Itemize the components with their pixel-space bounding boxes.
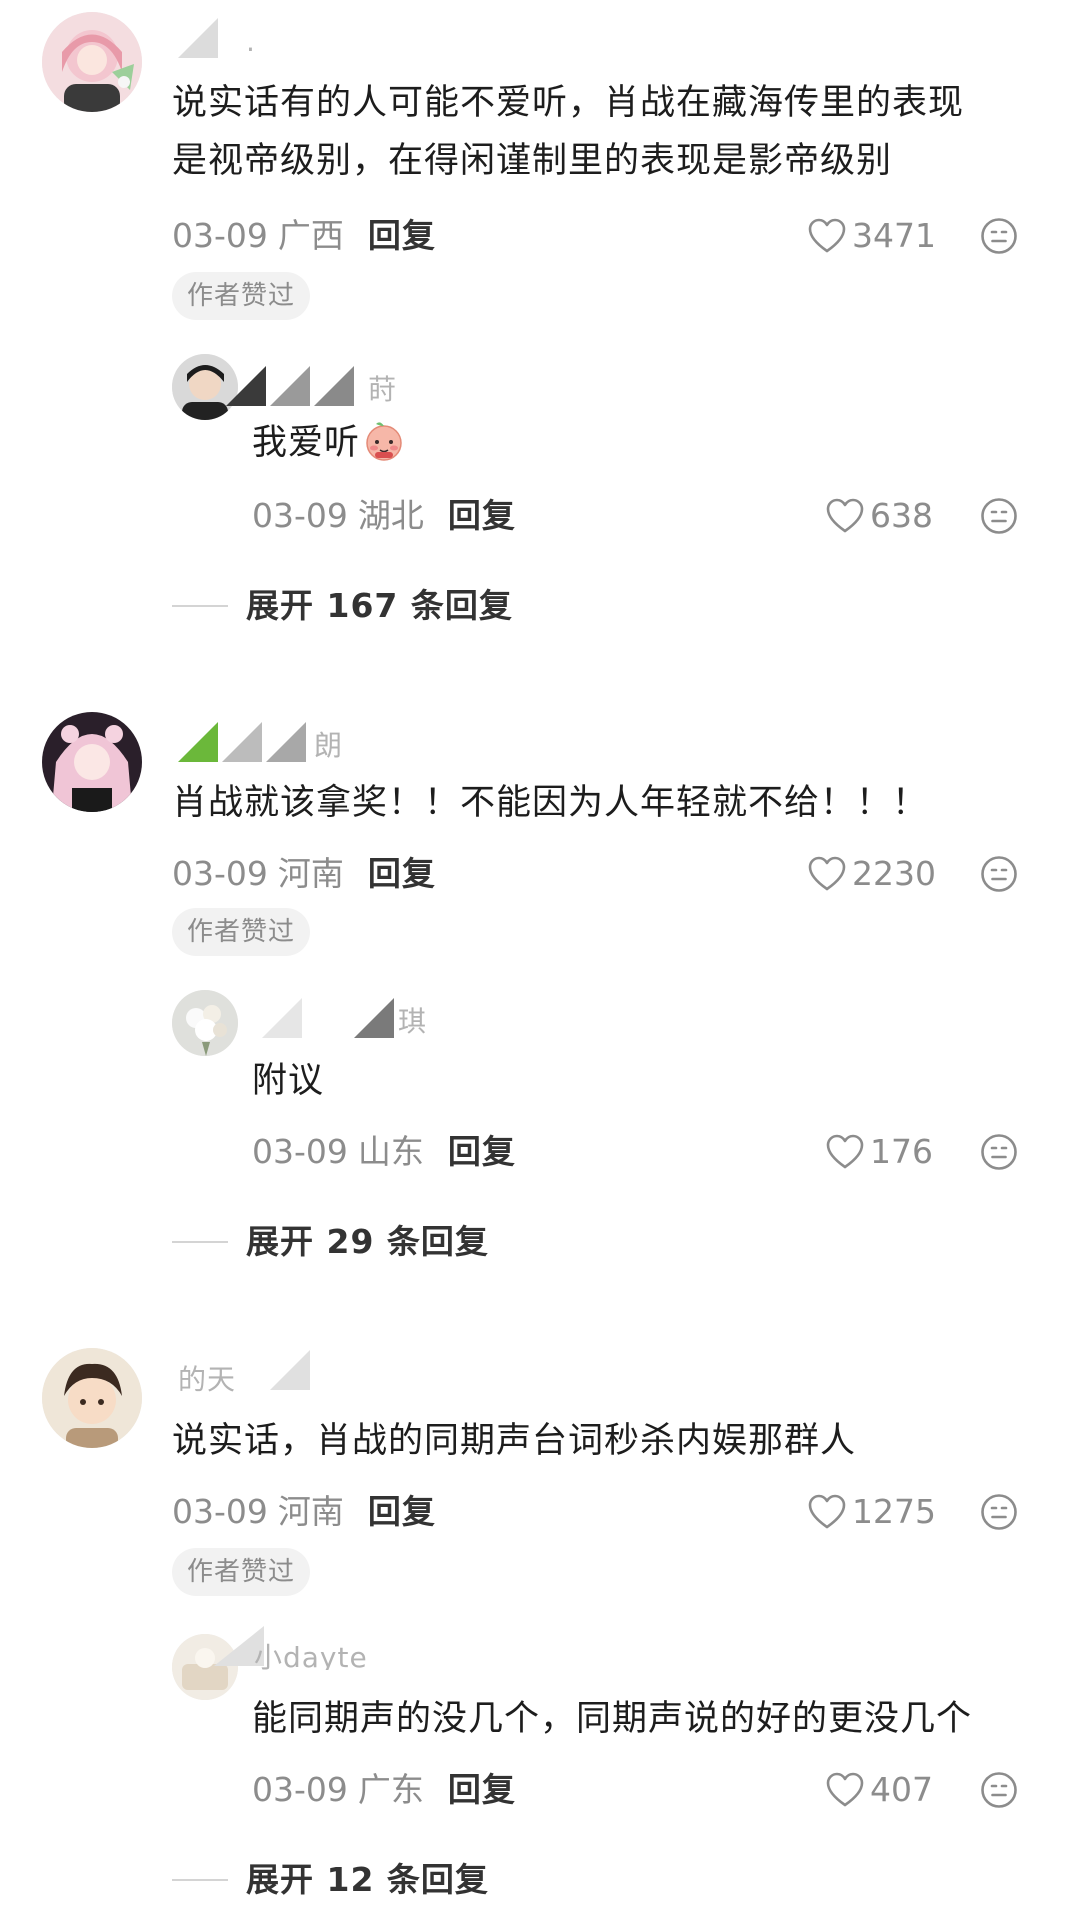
author-liked-badge: 作者赞过 bbox=[172, 272, 311, 320]
reply-text: 我爱听 bbox=[252, 414, 406, 472]
emoji-react-button[interactable] bbox=[980, 217, 1018, 255]
comment-region: 广西 bbox=[277, 216, 344, 255]
emoji-react-button[interactable] bbox=[980, 855, 1018, 893]
heart-icon bbox=[826, 498, 864, 533]
reply-button[interactable]: 回复 bbox=[368, 1492, 436, 1531]
comment-meta: 03-09 广西 回复 bbox=[172, 214, 436, 258]
comment-date: 03-09 bbox=[172, 216, 268, 255]
like-count: 3471 bbox=[852, 216, 936, 255]
neutral-face-icon bbox=[981, 498, 1017, 534]
reply-text: 能同期声的没几个，同期声说的好的更没几个 bbox=[252, 1699, 973, 1739]
username[interactable]: 的天 bbox=[174, 1346, 364, 1394]
comment-meta: 03-09 河南 回复 bbox=[172, 854, 436, 893]
reply-text: 附议 bbox=[252, 1061, 325, 1101]
divider-line bbox=[172, 1241, 228, 1243]
masked-name-icon bbox=[262, 998, 394, 1038]
like-count: 407 bbox=[870, 1770, 933, 1809]
heart-icon bbox=[826, 1772, 864, 1807]
like-button[interactable]: 638 bbox=[826, 494, 933, 538]
avatar[interactable] bbox=[42, 1348, 142, 1448]
reply-button[interactable]: 回复 bbox=[448, 1770, 516, 1809]
divider-line bbox=[172, 1879, 228, 1881]
comment-meta: 03-09 河南 回复 bbox=[172, 1492, 436, 1531]
reply-username[interactable]: 小dayte bbox=[210, 1622, 400, 1670]
neutral-face-icon bbox=[981, 1494, 1017, 1530]
avatar-anime-boy-icon bbox=[42, 1348, 142, 1448]
comment-text: 说实话，肖战的同期声台词秒杀内娱那群人 bbox=[172, 1421, 857, 1461]
emoji-react-button[interactable] bbox=[980, 497, 1018, 535]
neutral-face-icon bbox=[981, 1134, 1017, 1170]
neutral-face-icon bbox=[981, 218, 1017, 254]
heart-icon bbox=[808, 856, 846, 891]
avatar-anime-girl-pink-icon bbox=[42, 712, 142, 812]
reply-meta: 03-09 山东 回复 bbox=[252, 1132, 516, 1171]
username[interactable]: . bbox=[174, 14, 364, 62]
reply-button[interactable]: 回复 bbox=[368, 216, 436, 255]
author-liked-badge: 作者赞过 bbox=[172, 1548, 311, 1596]
reply-meta: 03-09 广东 回复 bbox=[252, 1770, 516, 1809]
avatar-pink-hair-girl-icon bbox=[42, 12, 142, 112]
reply-username[interactable]: 琪 bbox=[258, 994, 448, 1042]
comment-text: 说实话有的人可能不爱听，肖战在藏海传里的表现 是视帝级别，在得闲谨制里的表现是影… bbox=[172, 83, 965, 181]
comment-text: 肖战就该拿奖！！不能因为人年轻就不给！！！ bbox=[172, 783, 929, 823]
like-button[interactable]: 3471 bbox=[808, 214, 936, 258]
heart-icon bbox=[808, 218, 846, 253]
author-liked-badge: 作者赞过 bbox=[172, 908, 311, 956]
expand-replies-button[interactable]: 展开 167 条回复 bbox=[172, 584, 513, 628]
divider-line bbox=[172, 605, 228, 607]
like-button[interactable]: 1275 bbox=[808, 1490, 936, 1534]
like-count: 638 bbox=[870, 496, 933, 535]
reply-button[interactable]: 回复 bbox=[448, 496, 516, 535]
masked-name-icon bbox=[178, 18, 218, 58]
heart-icon bbox=[826, 1134, 864, 1169]
expand-replies-button[interactable]: 展开 29 条回复 bbox=[172, 1220, 489, 1264]
neutral-face-icon bbox=[981, 1772, 1017, 1808]
masked-name-icon bbox=[178, 722, 306, 762]
masked-name-icon bbox=[226, 366, 354, 406]
like-count: 2230 bbox=[852, 854, 936, 893]
emoji-react-button[interactable] bbox=[980, 1493, 1018, 1531]
expand-replies-button[interactable]: 展开 12 条回复 bbox=[172, 1858, 489, 1902]
like-button[interactable]: 176 bbox=[826, 1130, 933, 1174]
avatar[interactable] bbox=[42, 712, 142, 812]
like-button[interactable]: 2230 bbox=[808, 852, 936, 896]
emoji-react-button[interactable] bbox=[980, 1133, 1018, 1171]
like-count: 1275 bbox=[852, 1492, 936, 1531]
blushing-peach-emoji-icon bbox=[362, 418, 406, 462]
like-count: 176 bbox=[870, 1132, 933, 1171]
like-button[interactable]: 407 bbox=[826, 1768, 933, 1812]
reply-meta: 03-09 湖北 回复 bbox=[252, 496, 516, 535]
neutral-face-icon bbox=[981, 856, 1017, 892]
avatar[interactable] bbox=[42, 12, 142, 112]
heart-icon bbox=[808, 1494, 846, 1529]
reply-avatar[interactable] bbox=[172, 990, 238, 1056]
username[interactable]: 朗 bbox=[174, 718, 364, 766]
avatar-white-flowers-icon bbox=[172, 990, 238, 1056]
reply-button[interactable]: 回复 bbox=[368, 854, 436, 893]
reply-button[interactable]: 回复 bbox=[448, 1132, 516, 1171]
emoji-react-button[interactable] bbox=[980, 1771, 1018, 1809]
reply-username[interactable]: 莳暇 bbox=[222, 362, 412, 410]
comment-list: . 说实话有的人可能不爱听，肖战在藏海传里的表现 是视帝级别，在得闲谨制里的表现… bbox=[0, 0, 1080, 1906]
